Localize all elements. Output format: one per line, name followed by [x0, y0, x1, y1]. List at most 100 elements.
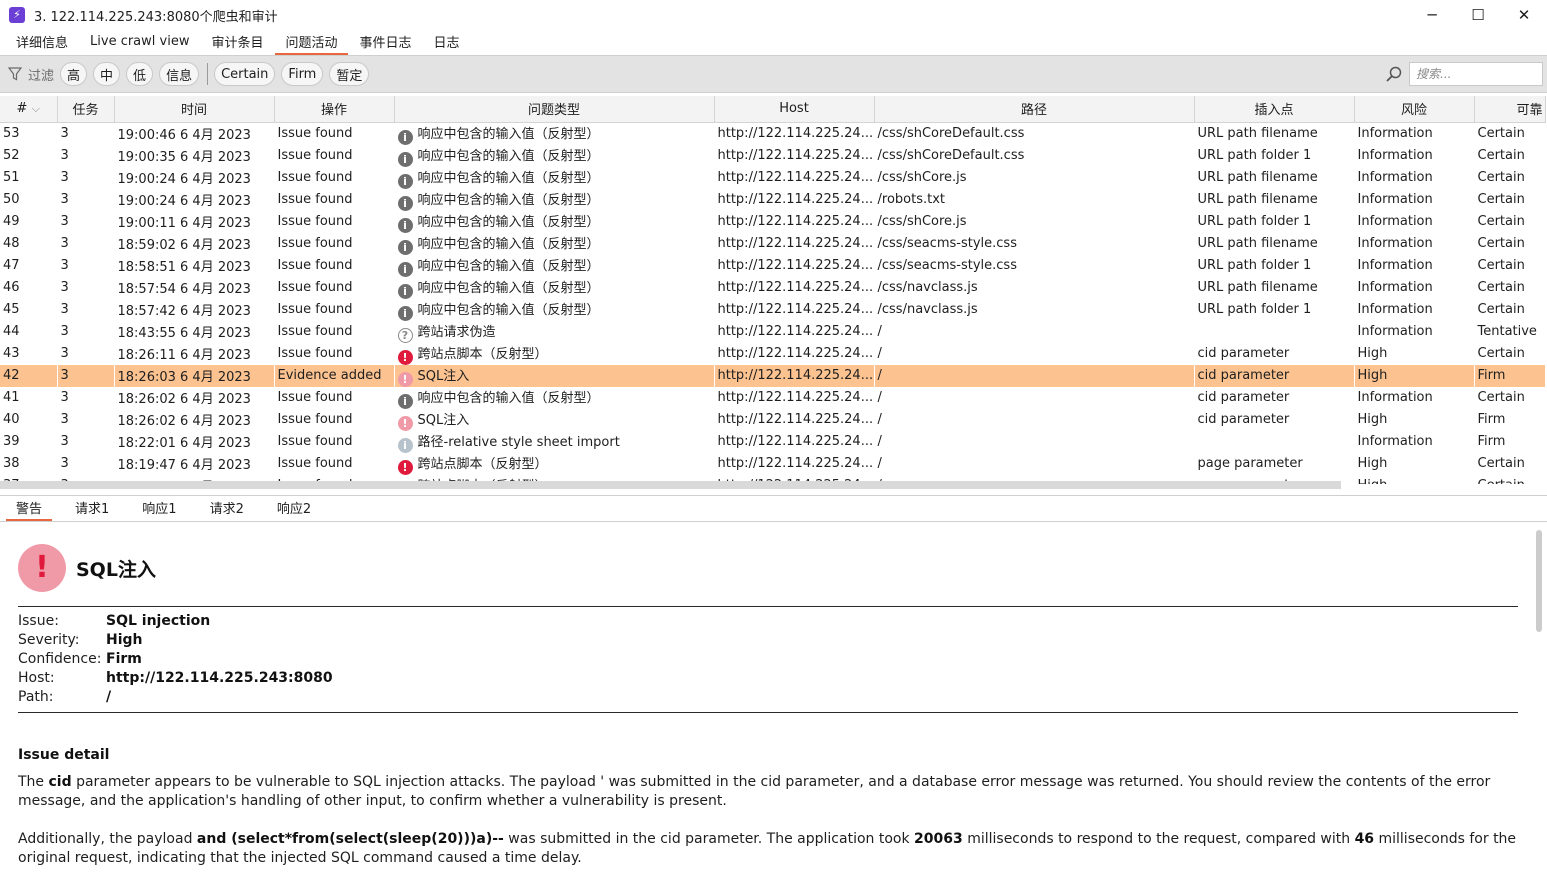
tab-event-log[interactable]: 事件日志 — [350, 30, 422, 55]
tab-audit-items[interactable]: 审计条目 — [201, 30, 273, 55]
column-header-severity[interactable]: 风险 — [1354, 96, 1475, 123]
minimize-button[interactable]: ─ — [1409, 0, 1455, 30]
filter-label[interactable]: 过滤 — [28, 65, 54, 84]
column-header-confidence[interactable]: 可靠 — [1474, 96, 1546, 123]
filter-chip-high[interactable]: 高 — [60, 62, 88, 86]
table-row[interactable]: 46 3 18:57:54 6 4月 2023 Issue found i 响应中包含的输… — [0, 276, 1546, 299]
filter-chip-info[interactable]: 信息 — [159, 62, 200, 86]
cell-action: Issue found — [274, 298, 395, 321]
column-header-path[interactable]: 路径 — [874, 96, 1195, 123]
cell-severity: Information — [1354, 298, 1475, 321]
column-header-issue-type[interactable]: 问题类型 — [394, 96, 715, 123]
cell-task: 3 — [57, 144, 115, 167]
cell-time: 18:26:02 6 4月 2023 — [114, 386, 275, 409]
meta-row-confidence: Confidence: Firm — [18, 651, 142, 667]
column-header-number[interactable]: # ⌵ — [0, 96, 58, 123]
cell-action: Issue found — [274, 342, 395, 365]
cell-issue-type: i 响应中包含的输入值（反射型） — [394, 144, 715, 167]
tab-details[interactable]: 详细信息 — [6, 30, 78, 55]
filter-chip-firm[interactable]: Firm — [281, 62, 324, 86]
table-row[interactable]: 39 3 18:22:01 6 4月 2023 Issue found i 路径-rela… — [0, 430, 1546, 453]
table-row[interactable]: 45 3 18:57:42 6 4月 2023 Issue found i 响应中包含的输… — [0, 298, 1546, 321]
column-header-time[interactable]: 时间 — [114, 96, 275, 123]
cell-task: 3 — [57, 298, 115, 321]
cell-confidence: Certain — [1474, 254, 1546, 277]
table-row[interactable]: 52 3 19:00:35 6 4月 2023 Issue found i 响应中包含的输… — [0, 144, 1546, 167]
issue-detail-paragraph-1: The cid parameter appears to be vulnerab… — [18, 774, 1491, 809]
cell-action: Issue found — [274, 122, 395, 145]
cell-severity: Information — [1354, 144, 1475, 167]
filter-chip-medium[interactable]: 中 — [93, 62, 121, 86]
column-header-task[interactable]: 任务 — [57, 96, 115, 123]
cell-severity: High — [1354, 452, 1475, 475]
cell-time: 18:59:02 6 4月 2023 — [114, 232, 275, 255]
table-row[interactable]: 47 3 18:58:51 6 4月 2023 Issue found i 响应中包含的输… — [0, 254, 1546, 277]
table-row[interactable]: 40 3 18:26:02 6 4月 2023 Issue found! SQL注入 ht… — [0, 408, 1546, 431]
filter-chip-certain[interactable]: Certain — [214, 62, 276, 86]
cell-time: 18:22:01 6 4月 2023 — [114, 430, 275, 453]
cell-number: 47 — [0, 254, 58, 277]
cell-confidence: Certain — [1474, 122, 1546, 145]
tab-request-2[interactable]: 请求2 — [200, 496, 254, 521]
tab-issue-activity[interactable]: 问题活动 — [275, 30, 348, 55]
search-input[interactable] — [1409, 62, 1543, 86]
cell-insertion-point — [1194, 320, 1355, 343]
cell-path: /css/shCore.js — [874, 210, 1195, 233]
cell-action: Issue found — [274, 144, 395, 167]
table-row[interactable]: 49 3 19:00:11 6 4月 2023 Issue found i 响应中包含的输… — [0, 210, 1546, 233]
cell-confidence: Certain — [1474, 144, 1546, 167]
vertical-scrollbar[interactable] — [1536, 530, 1542, 632]
app-icon: ⚡ — [9, 7, 25, 23]
cell-issue-type: i 响应中包含的输入值（反射型） — [394, 298, 715, 321]
table-row[interactable]: 41 3 18:26:02 6 4月 2023 Issue found i 响应中包含的输… — [0, 386, 1546, 409]
cell-issue-type: i 响应中包含的输入值（反射型） — [394, 188, 715, 211]
cell-number: 50 — [0, 188, 58, 211]
window-title: 3. 122.114.225.243:8080个爬虫和审计 — [34, 9, 278, 25]
cell-confidence: Firm — [1474, 430, 1546, 453]
cell-insertion-point: URL path folder 1 — [1194, 254, 1355, 277]
cell-time: 19:00:35 6 4月 2023 — [114, 144, 275, 167]
table-row[interactable]: 43 3 18:26:11 6 4月 2023 Issue found! 跨站点脚本（反… — [0, 342, 1546, 365]
tab-response-2[interactable]: 响应2 — [267, 496, 321, 521]
table-row[interactable]: 48 3 18:59:02 6 4月 2023 Issue found i 响应中包含的输… — [0, 232, 1546, 255]
cell-issue-type: !跨站点脚本（反射型） — [394, 342, 715, 365]
cell-task: 3 — [57, 276, 115, 299]
filter-chip-low[interactable]: 低 — [126, 62, 154, 86]
table-row[interactable]: 44 3 18:43:55 6 4月 2023 Issue found? 跨站请求伪造 h… — [0, 320, 1546, 343]
tab-response-1[interactable]: 响应1 — [132, 496, 186, 521]
cell-issue-type: ! SQL注入 — [394, 408, 715, 431]
cell-insertion-point: URL path filename — [1194, 166, 1355, 189]
cell-host: http://122.114.225.24... — [714, 122, 875, 145]
cell-number: 45 — [0, 298, 58, 321]
table-row[interactable]: 50 3 19:00:24 6 4月 2023 Issue found i 响应中包含的输… — [0, 188, 1546, 211]
table-row[interactable]: 51 3 19:00:24 6 4月 2023 Issue found i 响应中包含的输… — [0, 166, 1546, 189]
filter-chip-tentative[interactable]: 暂定 — [329, 62, 370, 86]
info-icon: i — [397, 217, 413, 233]
cell-severity: High — [1354, 474, 1475, 484]
tab-live-crawl-view[interactable]: Live crawl view — [80, 30, 199, 55]
table-row[interactable]: 38 3 18:19:47 6 4月 2023 Issue found! 跨站点脚本（反… — [0, 452, 1546, 475]
tab-request-1[interactable]: 请求1 — [65, 496, 119, 521]
cell-task: 3 — [57, 452, 115, 475]
column-header-action[interactable]: 操作 — [274, 96, 395, 123]
cell-host: http://122.114.225.24... — [714, 188, 875, 211]
cell-issue-type: i 路径-relative style sheet import — [394, 430, 715, 453]
divider — [18, 712, 1518, 713]
column-header-insertion-point[interactable]: 插入点 — [1194, 96, 1355, 123]
horizontal-scrollbar[interactable] — [0, 481, 1341, 489]
cell-time: 18:57:42 6 4月 2023 — [114, 298, 275, 321]
tab-logger[interactable]: 日志 — [424, 30, 470, 55]
maximize-button[interactable]: ☐ — [1455, 0, 1501, 30]
tab-advisory[interactable]: 警告 — [6, 496, 53, 521]
cell-action: Issue found — [274, 166, 395, 189]
cell-severity: High — [1354, 408, 1475, 431]
column-header-host[interactable]: Host — [714, 96, 875, 123]
cell-task: 3 — [57, 364, 115, 387]
filter-icon[interactable] — [8, 67, 22, 81]
table-row[interactable]: 53 3 19:00:46 6 4月 2023 Issue found i 响应中包含的输… — [0, 122, 1546, 145]
cell-issue-type: i 响应中包含的输入值（反射型） — [394, 386, 715, 409]
close-button[interactable]: ✕ — [1501, 0, 1547, 30]
cell-confidence: Certain — [1474, 386, 1546, 409]
table-row[interactable]: 42 3 18:26:03 6 4月 2023 Evidence added! SQL注… — [0, 364, 1546, 387]
cell-insertion-point: cid parameter — [1194, 408, 1355, 431]
